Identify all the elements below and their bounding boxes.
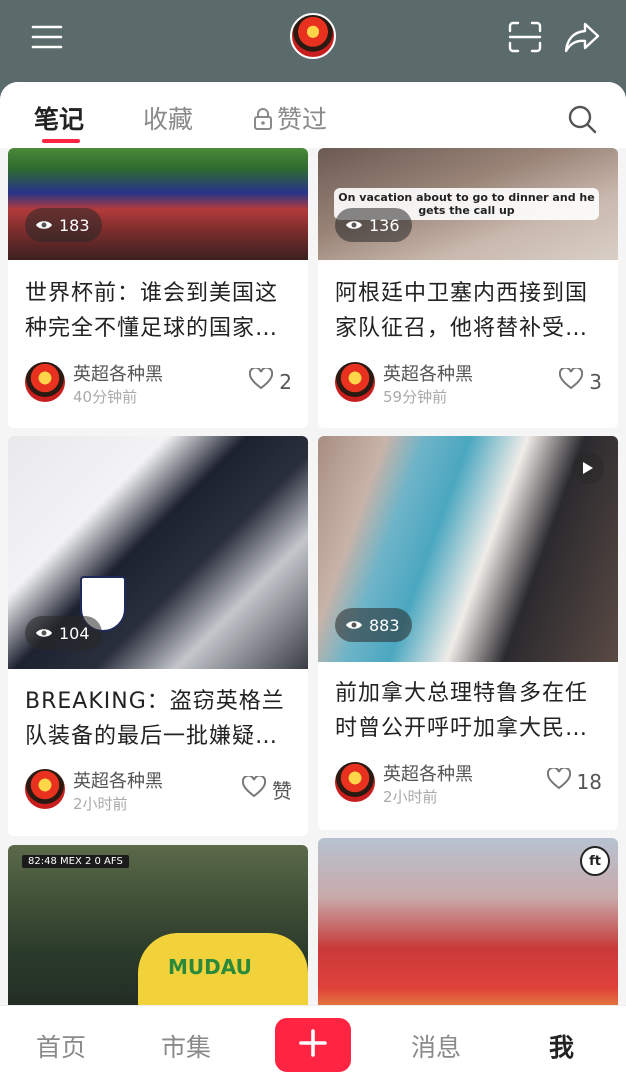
like-count: 2: [279, 369, 292, 394]
view-count: 883: [335, 608, 412, 642]
view-count-value: 183: [59, 215, 90, 235]
author-name[interactable]: 英超各种黑: [383, 760, 473, 786]
like-button[interactable]: 18: [546, 766, 602, 795]
note-title: 阿根廷中卫塞内西接到国 家队征召，他将替补受…: [335, 276, 604, 346]
post-time: 40分钟前: [73, 388, 138, 406]
plus-icon: [298, 1028, 328, 1062]
avatar[interactable]: [25, 769, 65, 809]
search-icon[interactable]: [567, 104, 597, 138]
note-image: ft: [318, 838, 618, 1005]
like-count: 3: [589, 369, 602, 394]
note-title-line: 阿根廷中卫塞内西接到国: [335, 281, 589, 306]
nav-home[interactable]: 首页: [36, 1028, 86, 1064]
tab-liked[interactable]: 赞过: [253, 100, 327, 136]
note-title-line: BREAKING：盗窃英格兰: [25, 689, 285, 714]
profile-panel: 笔记 收藏 赞过 183 世界杯前：谁会到美国这 种完全不懂足球的国家… 英超各种…: [0, 82, 626, 1080]
view-count: 136: [335, 208, 412, 242]
avatar[interactable]: [25, 362, 65, 402]
note-title-line: 家队征召，他将替补受…: [335, 316, 589, 341]
top-bar: [0, 0, 626, 82]
scoreboard: 82:48 MEX 2 0 AFS: [22, 855, 129, 868]
view-count: 104: [25, 616, 102, 650]
bottom-nav: 首页 市集 消息 我: [0, 1005, 626, 1080]
note-image: 82:48 MEX 2 0 AFS MUDAU: [8, 845, 308, 1005]
view-count-value: 136: [369, 215, 400, 235]
share-icon[interactable]: [559, 14, 605, 60]
tab-notes[interactable]: 笔记: [34, 100, 84, 136]
scan-icon[interactable]: [502, 14, 548, 60]
view-count-value: 883: [369, 615, 400, 635]
tab-bar: 笔记 收藏 赞过: [0, 82, 626, 148]
nav-market[interactable]: 市集: [161, 1028, 211, 1064]
post-time: 2小时前: [383, 788, 438, 806]
note-card[interactable]: 183 世界杯前：谁会到美国这 种完全不懂足球的国家… 英超各种黑 40分钟前 2: [8, 148, 308, 428]
note-title: 前加拿大总理特鲁多在任 时曾公开呼吁加拿大民…: [335, 676, 604, 746]
eye-icon: [35, 624, 53, 643]
note-title-line: 队装备的最后一批嫌疑…: [25, 724, 279, 749]
author-name[interactable]: 英超各种黑: [73, 360, 163, 386]
note-title-line: 世界杯前：谁会到美国这: [25, 281, 279, 306]
note-image: On vacation about to go to dinner and he…: [318, 148, 618, 260]
profile-avatar[interactable]: [290, 13, 336, 59]
tab-indicator: [42, 139, 80, 143]
nav-me[interactable]: 我: [549, 1028, 574, 1064]
tab-favorites[interactable]: 收藏: [143, 100, 193, 136]
note-card[interactable]: 104 BREAKING：盗窃英格兰 队装备的最后一批嫌疑… 英超各种黑 2小时前…: [8, 436, 308, 836]
create-button[interactable]: [275, 1018, 351, 1072]
play-icon[interactable]: [572, 452, 604, 484]
note-card[interactable]: ft: [318, 838, 618, 1005]
note-title: 世界杯前：谁会到美国这 种完全不懂足球的国家…: [25, 276, 294, 346]
like-count: 赞: [272, 779, 292, 803]
note-title: BREAKING：盗窃英格兰 队装备的最后一批嫌疑…: [25, 684, 294, 754]
post-time: 59分钟前: [383, 388, 448, 406]
note-card[interactable]: 82:48 MEX 2 0 AFS MUDAU: [8, 845, 308, 1005]
jersey-text: MUDAU: [168, 955, 252, 979]
publisher-badge: ft: [580, 846, 610, 876]
note-card[interactable]: 883 前加拿大总理特鲁多在任 时曾公开呼吁加拿大民… 英超各种黑 2小时前 18: [318, 436, 618, 830]
eye-icon: [345, 216, 363, 235]
heart-icon: [546, 766, 571, 795]
author-name[interactable]: 英超各种黑: [73, 767, 163, 793]
nav-messages[interactable]: 消息: [411, 1028, 461, 1064]
view-count: 183: [25, 208, 102, 242]
note-card[interactable]: On vacation about to go to dinner and he…: [318, 148, 618, 428]
heart-icon: [249, 366, 274, 395]
like-button[interactable]: 3: [559, 366, 602, 395]
like-button[interactable]: 2: [249, 366, 292, 395]
notes-feed: 183 世界杯前：谁会到美国这 种完全不懂足球的国家… 英超各种黑 40分钟前 2…: [0, 148, 626, 1005]
heart-icon: [241, 774, 267, 803]
lock-icon: [253, 107, 273, 136]
note-title-line: 时曾公开呼吁加拿大民…: [335, 716, 589, 741]
menu-icon[interactable]: [24, 14, 70, 60]
tab-liked-label: 赞过: [277, 105, 328, 134]
post-time: 2小时前: [73, 795, 128, 813]
eye-icon: [35, 216, 53, 235]
note-title-line: 种完全不懂足球的国家…: [25, 316, 279, 341]
author-name[interactable]: 英超各种黑: [383, 360, 473, 386]
note-title-line: 前加拿大总理特鲁多在任: [335, 681, 589, 706]
avatar[interactable]: [335, 362, 375, 402]
like-count: 18: [576, 769, 602, 794]
avatar[interactable]: [335, 762, 375, 802]
like-button[interactable]: 赞: [241, 774, 292, 804]
view-count-value: 104: [59, 623, 90, 643]
eye-icon: [345, 616, 363, 635]
heart-icon: [559, 366, 584, 395]
note-image: [8, 148, 308, 260]
